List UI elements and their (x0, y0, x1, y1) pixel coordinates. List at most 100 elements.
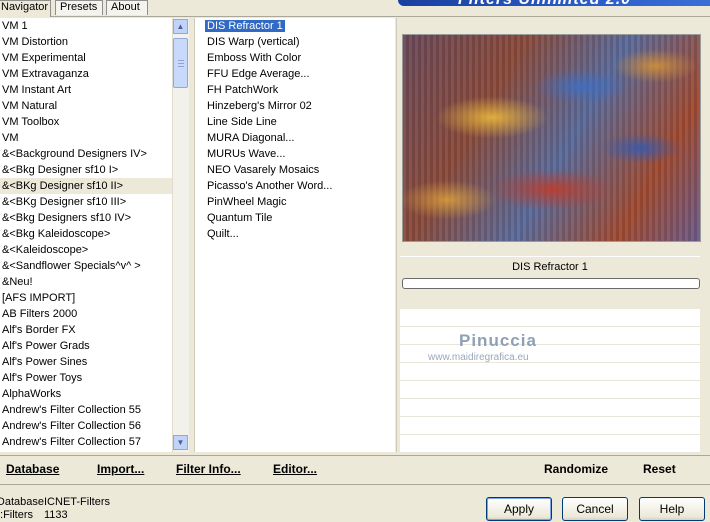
parameter-area (400, 309, 700, 453)
param-row (400, 327, 700, 345)
category-item[interactable]: &<BKg Designer sf10 II> (0, 178, 172, 194)
filter-item-label: DIS Refractor 1 (205, 20, 285, 32)
filter-item-label: PinWheel Magic (207, 196, 287, 208)
category-item[interactable]: VM Extravaganza (0, 66, 172, 82)
filter-item-label: NEO Vasarely Mosaics (207, 164, 320, 176)
filter-item-label: Hinzeberg's Mirror 02 (207, 100, 312, 112)
filter-item-label: Quilt... (207, 228, 239, 240)
scroll-up-button[interactable]: ▲ (173, 19, 188, 34)
editor-label: Editor... (273, 462, 318, 476)
category-item[interactable]: &Neu! (0, 274, 172, 290)
category-item[interactable]: VM Experimental (0, 50, 172, 66)
filter-list[interactable]: DIS Refractor 1 DIS Warp (vertical) Emboss… (194, 18, 395, 452)
tab-about[interactable]: About (106, 0, 148, 15)
panel-divider (396, 18, 397, 452)
param-row (400, 417, 700, 435)
category-item[interactable]: Alf's Power Grads (0, 338, 172, 354)
category-scrollbar[interactable]: ▲ ▼ (172, 18, 189, 452)
category-item[interactable]: &<BKg Designer sf10 III> (0, 194, 172, 210)
param-row (400, 399, 700, 417)
database-info: Database: ICNET-Filters Filters: 1133 (0, 496, 110, 522)
cancel-button[interactable]: Cancel (562, 497, 628, 521)
param-row (400, 381, 700, 399)
filter-item[interactable]: PinWheel Magic (195, 194, 395, 210)
param-row (400, 309, 700, 327)
filter-item[interactable]: DIS Warp (vertical) (195, 34, 395, 50)
import-button[interactable]: Import... (97, 462, 144, 476)
tab-navigator[interactable]: Navigator (0, 0, 51, 17)
category-item[interactable]: &<Bkg Designers sf10 IV> (0, 210, 172, 226)
filters-count-label: Filters: (0, 509, 34, 521)
category-item[interactable]: &<Bkg Designer sf10 I> (0, 162, 172, 178)
filter-item[interactable]: FH PatchWork (195, 82, 395, 98)
preview-image (402, 34, 701, 242)
filter-item[interactable]: FFU Edge Average... (195, 66, 395, 82)
filter-item[interactable]: DIS Refractor 1 (195, 18, 395, 34)
randomize-button[interactable]: Randomize (544, 462, 608, 476)
filter-item[interactable]: Emboss With Color (195, 50, 395, 66)
database-label: Database (6, 462, 60, 476)
filter-item-label: Picasso's Another Word... (207, 180, 333, 192)
filter-item-label: FFU Edge Average... (207, 68, 310, 80)
category-item[interactable]: Alf's Power Toys (0, 370, 172, 386)
category-item[interactable]: Alf's Border FX (0, 322, 172, 338)
action-bar: Database Import... Filter Info... Editor… (0, 455, 710, 485)
reset-button[interactable]: Reset (643, 462, 676, 476)
category-item[interactable]: &<Sandflower Specials^v^ > (0, 258, 172, 274)
category-item[interactable]: [AFS IMPORT] (0, 290, 172, 306)
filter-item[interactable]: MURUs Wave... (195, 146, 395, 162)
scroll-down-button[interactable]: ▼ (173, 435, 188, 450)
import-label: Import... (97, 462, 145, 476)
help-button[interactable]: Help (639, 497, 705, 521)
filter-item[interactable]: MURA Diagonal... (195, 130, 395, 146)
progress-bar (402, 278, 700, 289)
filter-item-label: MURA Diagonal... (207, 132, 295, 144)
filter-item-label: Line Side Line (207, 116, 277, 128)
category-item[interactable]: VM Distortion (0, 34, 172, 50)
apply-button[interactable]: Apply (486, 497, 552, 521)
category-item[interactable]: Andrew's Filter Collection 56 (0, 418, 172, 434)
filter-item-label: FH PatchWork (207, 84, 279, 96)
filter-item[interactable]: Hinzeberg's Mirror 02 (195, 98, 395, 114)
category-item[interactable]: &<Bkg Kaleidoscope> (0, 226, 172, 242)
filter-item-label: MURUs Wave... (207, 148, 286, 160)
watermark-name: Pinuccia (459, 331, 537, 350)
filter-item-label: Emboss With Color (207, 52, 302, 64)
filter-item[interactable]: Quantum Tile (195, 210, 395, 226)
category-item[interactable]: Andrew's Filter Collection 55 (0, 402, 172, 418)
category-item[interactable]: VM 1 (0, 18, 172, 34)
param-row (400, 435, 700, 453)
category-item[interactable]: AB Filters 2000 (0, 306, 172, 322)
filter-item[interactable]: NEO Vasarely Mosaics (195, 162, 395, 178)
divider (0, 16, 710, 17)
database-info-value: ICNET-Filters (44, 496, 110, 508)
filter-info-label: Filter Info... (176, 462, 241, 476)
filter-item[interactable]: Picasso's Another Word... (195, 178, 395, 194)
filter-item[interactable]: Quilt... (195, 226, 395, 242)
preview-filter-name: DIS Refractor 1 (400, 256, 700, 277)
category-item[interactable]: Alf's Power Sines (0, 354, 172, 370)
database-info-label: Database: (0, 496, 44, 508)
category-item[interactable]: &<Background Designers IV> (0, 146, 172, 162)
category-item[interactable]: &<Kaleidoscope> (0, 242, 172, 258)
scroll-thumb[interactable] (173, 38, 188, 88)
database-button[interactable]: Database (6, 462, 59, 476)
param-row (400, 363, 700, 381)
tab-presets[interactable]: Presets (55, 0, 103, 15)
header-banner: Filters Unlimited 2.0 (398, 0, 710, 9)
category-list[interactable]: VM 1 VM Distortion VM Experimental VM Extra… (0, 18, 172, 452)
filter-item-label: Quantum Tile (207, 212, 273, 224)
filter-item-label: DIS Warp (vertical) (207, 36, 300, 48)
filter-info-button[interactable]: Filter Info... (176, 462, 241, 476)
watermark-site: www.maidiregrafica.eu (428, 352, 529, 363)
filters-count-value: 1133 (44, 509, 68, 521)
category-item[interactable]: VM (0, 130, 172, 146)
category-item[interactable]: VM Natural (0, 98, 172, 114)
category-item[interactable]: AlphaWorks (0, 386, 172, 402)
category-item[interactable]: VM Toolbox (0, 114, 172, 130)
editor-button[interactable]: Editor... (273, 462, 317, 476)
category-item[interactable]: VM Instant Art (0, 82, 172, 98)
category-item[interactable]: Andrew's Filter Collection 57 (0, 434, 172, 450)
filter-item[interactable]: Line Side Line (195, 114, 395, 130)
header-title: Filters Unlimited 2.0 (458, 0, 631, 9)
